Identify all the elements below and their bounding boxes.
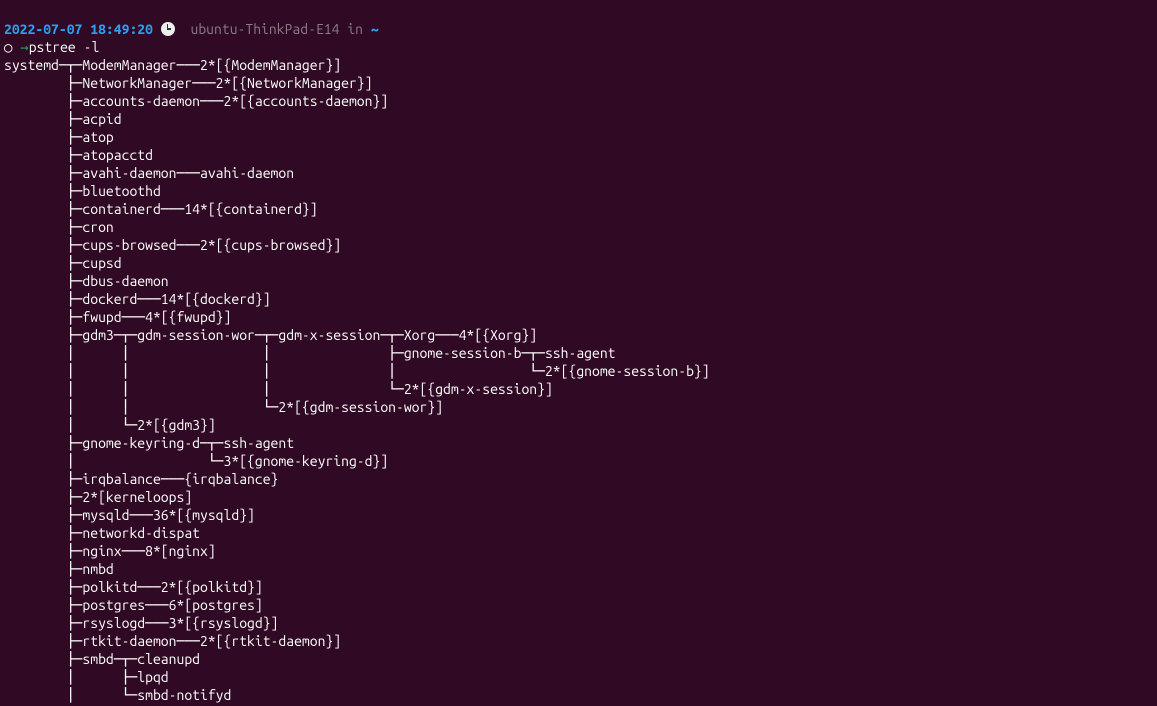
pstree-line: ├─atopacctd [4,147,153,163]
pstree-line: │ │ │ ├─gnome-session-b─┬─ssh-agent [4,345,616,361]
pstree-line: ├─2*[kerneloops] [4,489,192,505]
pstree-line: ├─dbus-daemon [4,273,169,289]
in-word: in [347,21,363,37]
command-text: pstree -l [29,39,100,55]
pstree-line: ├─gnome-keyring-d─┬─ssh-agent [4,435,294,451]
pstree-line: ├─containerd───14*[{containerd}] [4,201,318,217]
prompt-circle: ○ [4,39,12,55]
pstree-line: ├─postgres───6*[postgres] [4,597,263,613]
prompt-arrow: → [20,39,28,55]
pstree-line: ├─smbd─┬─cleanupd [4,651,200,667]
pstree-line: ├─NetworkManager───2*[{NetworkManager}] [4,75,372,91]
cwd: ~ [371,21,379,37]
pstree-line: ├─avahi-daemon───avahi-daemon [4,165,294,181]
pstree-line: ├─acpid [4,111,122,127]
pstree-line: ├─networkd-dispat [4,525,200,541]
pstree-line: │ │ │ │ └─2*[{gnome-session-b}] [4,363,710,379]
pstree-line: │ └─2*[{gdm3}] [4,417,216,433]
pstree-line: ├─cups-browsed───2*[{cups-browsed}] [4,237,341,253]
pstree-line: ├─fwupd───4*[{fwupd}] [4,309,231,325]
pstree-line: ├─bluetoothd [4,183,161,199]
pstree-line: ├─polkitd───2*[{polkitd}] [4,579,263,595]
pstree-line: │ │ │ └─2*[{gdm-x-session}] [4,381,553,397]
pstree-line: ├─cupsd [4,255,122,271]
pstree-line: ├─accounts-daemon───2*[{accounts-daemon}… [4,93,388,109]
pstree-line: │ └─3*[{gnome-keyring-d}] [4,453,388,469]
terminal-output[interactable]: 2022-07-07 18:49:20 ubuntu-ThinkPad-E14 … [0,0,1157,706]
pstree-line: ├─irqbalance───{irqbalance} [4,471,278,487]
pstree-line: ├─atop [4,129,114,145]
pstree-line: ├─cron [4,219,114,235]
pstree-line: ├─nginx───8*[nginx] [4,543,216,559]
timestamp: 2022-07-07 18:49:20 [4,21,153,37]
pstree-line: ├─mysqld───36*[{mysqld}] [4,507,255,523]
hostname: ubuntu-ThinkPad-E14 [191,21,340,37]
pstree-line: ├─dockerd───14*[{dockerd}] [4,291,271,307]
clock-icon [161,22,175,36]
pstree-line: systemd─┬─ModemManager───2*[{ModemManage… [4,57,341,73]
pstree-line: ├─nmbd [4,561,114,577]
pstree-line: ├─gdm3─┬─gdm-session-wor─┬─gdm-x-session… [4,327,537,343]
pstree-line: │ └─smbd-notifyd [4,687,231,703]
pstree-line: │ │ └─2*[{gdm-session-wor}] [4,399,443,415]
pstree-line: ├─rsyslogd───3*[{rsyslogd}] [4,615,278,631]
pstree-line: ├─rtkit-daemon───2*[{rtkit-daemon}] [4,633,341,649]
pstree-line: │ ├─lpqd [4,669,169,685]
